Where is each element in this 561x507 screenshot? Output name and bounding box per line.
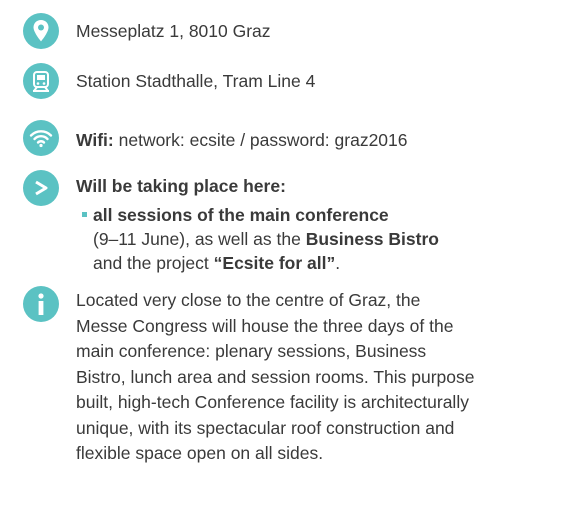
events-line3-text: and the project	[93, 253, 214, 273]
info-icon	[23, 286, 59, 322]
events-line2-text: (9–11 June), as well as the	[93, 229, 306, 249]
tram-icon	[23, 63, 59, 99]
bullet-marker	[82, 211, 87, 217]
wifi-text: Wifi: network: ecsite / password: graz20…	[76, 128, 541, 152]
wifi-label: Wifi:	[76, 130, 114, 150]
location-pin-icon	[23, 13, 59, 49]
events-list-item: all sessions of the main conference (9–1…	[82, 203, 531, 275]
info-line: Located very close to the centre of Graz…	[76, 290, 421, 310]
address-text: Messeplatz 1, 8010 Graz	[76, 21, 271, 41]
events-heading: Will be taking place here:	[76, 174, 541, 198]
info-line: unique, with its spectacular roof constr…	[76, 417, 455, 438]
info-line: flexible space open on all sides.	[76, 443, 324, 463]
info-line: Messe Congress will house the three days…	[76, 315, 454, 336]
wifi-details: network: ecsite / password: graz2016	[113, 130, 408, 150]
events-heading-text: Will be taking place here:	[76, 176, 286, 196]
info-line: main conference: plenary sessions, Busin…	[76, 341, 427, 361]
transport-text: Station Stadthalle, Tram Line 4	[76, 71, 316, 91]
ecsite-for-all-text: “Ecsite for all”	[213, 253, 336, 273]
arrow-right-icon	[23, 170, 59, 206]
info-line: Bistro, lunch area and session rooms. Th…	[76, 366, 475, 387]
events-line3-period: .	[335, 253, 341, 273]
events-bullet-bold: all sessions of the main conference	[93, 205, 389, 225]
info-line: built, high-tech Conference facility is …	[76, 392, 469, 412]
info-paragraph: Located very close to the centre of Graz…	[76, 288, 546, 467]
wifi-icon	[23, 120, 59, 156]
business-bistro-text: Business Bistro	[305, 229, 439, 249]
